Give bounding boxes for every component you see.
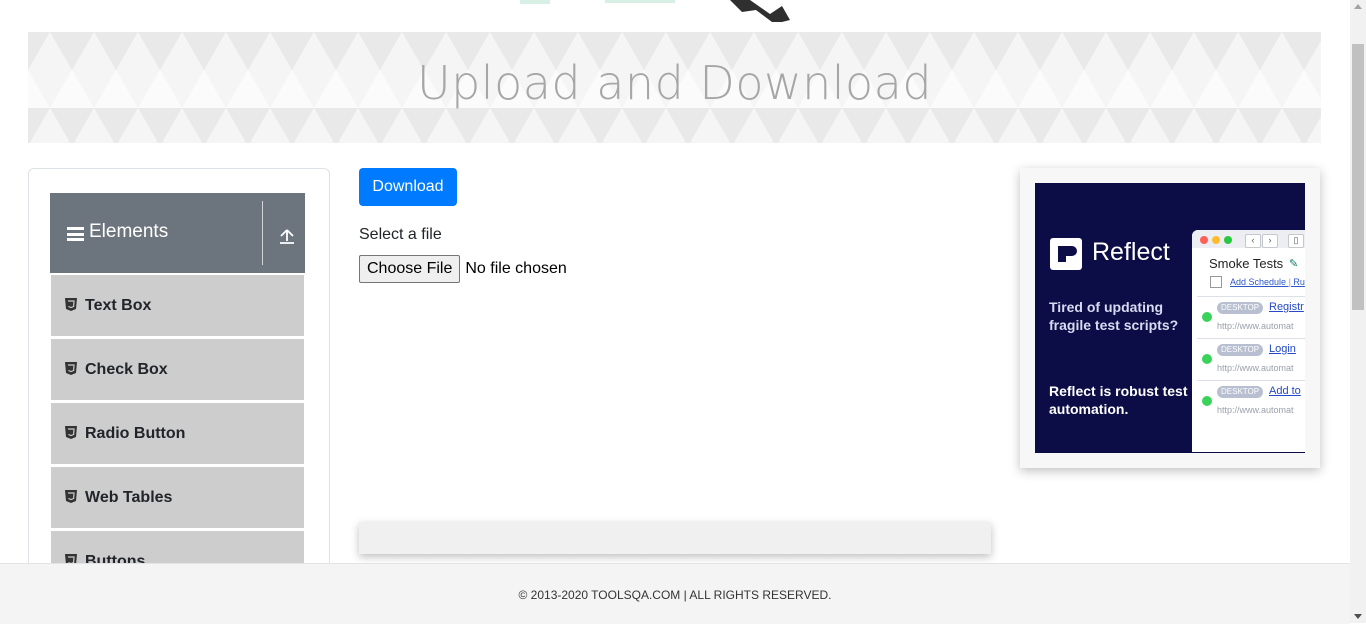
sidebar-icon: ▯ bbox=[1288, 234, 1304, 248]
platform-tag: DESKTOP bbox=[1217, 344, 1264, 356]
test-link: Login bbox=[1269, 343, 1296, 355]
vertical-scrollbar[interactable] bbox=[1350, 0, 1366, 623]
sidebar: Elements Text Box Check Box Radio Button… bbox=[28, 168, 330, 590]
schedule-link-text: Add Schedule bbox=[1230, 277, 1287, 287]
header-divider bbox=[262, 201, 263, 265]
sidebar-item-label: Check Box bbox=[85, 361, 168, 378]
ad-test-row: DESKTOP Add to http://www.automat bbox=[1197, 380, 1305, 423]
test-url: http://www.automat bbox=[1217, 321, 1294, 331]
ad-panel-title: Smoke Tests bbox=[1209, 256, 1284, 271]
pencil-icon: ✎ bbox=[1289, 258, 1299, 270]
schedule-extra-text: Ru bbox=[1293, 277, 1305, 287]
scroll-down-arrow-icon[interactable] bbox=[1354, 614, 1362, 619]
html5-shield-icon bbox=[65, 426, 77, 439]
sidebar-item-radio-button[interactable]: Radio Button bbox=[51, 403, 304, 465]
advertisement: Reflect Tired of updating fragile test s… bbox=[1020, 168, 1320, 468]
test-link: Registr bbox=[1269, 301, 1304, 313]
ad-app-window: ‹ › ▯ Smoke Tests ✎ Add Schedule | Ru DE… bbox=[1192, 230, 1305, 452]
sidebar-item-label: Radio Button bbox=[85, 425, 186, 442]
sidebar-item-text-box[interactable]: Text Box bbox=[51, 275, 304, 337]
file-upload-input[interactable]: Choose File No file chosen bbox=[359, 255, 567, 283]
toolsqa-logo[interactable] bbox=[520, 0, 800, 22]
sidebar-item-web-tables[interactable]: Web Tables bbox=[51, 467, 304, 529]
maximize-dot-icon bbox=[1224, 236, 1232, 244]
html5-shield-icon bbox=[65, 490, 77, 503]
page-title: Upload and Download bbox=[416, 56, 933, 110]
download-button[interactable]: Download bbox=[359, 168, 457, 206]
page-footer: © 2013-2020 TOOLSQA.COM | ALL RIGHTS RES… bbox=[0, 563, 1350, 624]
group-header-elements[interactable]: Elements bbox=[50, 193, 305, 273]
select-file-label: Select a file bbox=[359, 226, 442, 243]
status-dot-icon bbox=[1202, 354, 1212, 364]
sidebar-item-check-box[interactable]: Check Box bbox=[51, 339, 304, 401]
ad-test-row: DESKTOP Login http://www.automat bbox=[1197, 338, 1305, 381]
page-banner: Upload and Download bbox=[28, 32, 1321, 143]
hamburger-icon bbox=[67, 227, 84, 241]
collapse-up-icon[interactable] bbox=[278, 227, 296, 245]
html5-shield-icon bbox=[65, 362, 77, 375]
platform-tag: DESKTOP bbox=[1217, 386, 1264, 398]
bottom-ad-banner[interactable] bbox=[359, 522, 991, 554]
file-status-text: No file chosen bbox=[465, 260, 567, 277]
group-title: Elements bbox=[89, 221, 169, 242]
scroll-up-arrow-icon[interactable] bbox=[1354, 4, 1362, 9]
ad-test-row: DESKTOP Registr http://www.automat bbox=[1197, 296, 1305, 339]
calendar-icon bbox=[1210, 276, 1222, 288]
window-titlebar: ‹ › ▯ bbox=[1192, 230, 1305, 248]
choose-file-button[interactable]: Choose File bbox=[359, 255, 461, 283]
forward-arrow-icon: › bbox=[1262, 234, 1278, 248]
html5-shield-icon bbox=[65, 298, 77, 311]
copyright-text: © 2013-2020 TOOLSQA.COM | ALL RIGHTS RES… bbox=[518, 588, 832, 602]
sidebar-item-label: Web Tables bbox=[85, 489, 173, 506]
ad-brand: Reflect bbox=[1092, 238, 1170, 266]
test-url: http://www.automat bbox=[1217, 363, 1294, 373]
ad-headline: Tired of updating fragile test scripts? bbox=[1049, 299, 1179, 333]
minimize-dot-icon bbox=[1212, 236, 1220, 244]
status-dot-icon bbox=[1202, 312, 1212, 322]
ad-schedule-link: Add Schedule | Ru bbox=[1230, 277, 1305, 287]
reflect-logo-icon bbox=[1050, 238, 1082, 270]
status-dot-icon bbox=[1202, 396, 1212, 406]
reflect-ad[interactable]: Reflect Tired of updating fragile test s… bbox=[1035, 183, 1305, 453]
back-arrow-icon: ‹ bbox=[1245, 234, 1261, 248]
scrollbar-thumb[interactable] bbox=[1352, 44, 1364, 310]
platform-tag: DESKTOP bbox=[1217, 302, 1264, 314]
test-link: Add to bbox=[1269, 385, 1301, 397]
close-dot-icon bbox=[1200, 236, 1208, 244]
ad-tagline: Reflect is robust test automation. bbox=[1049, 383, 1188, 417]
test-url: http://www.automat bbox=[1217, 405, 1294, 415]
sidebar-item-label: Text Box bbox=[85, 297, 152, 314]
